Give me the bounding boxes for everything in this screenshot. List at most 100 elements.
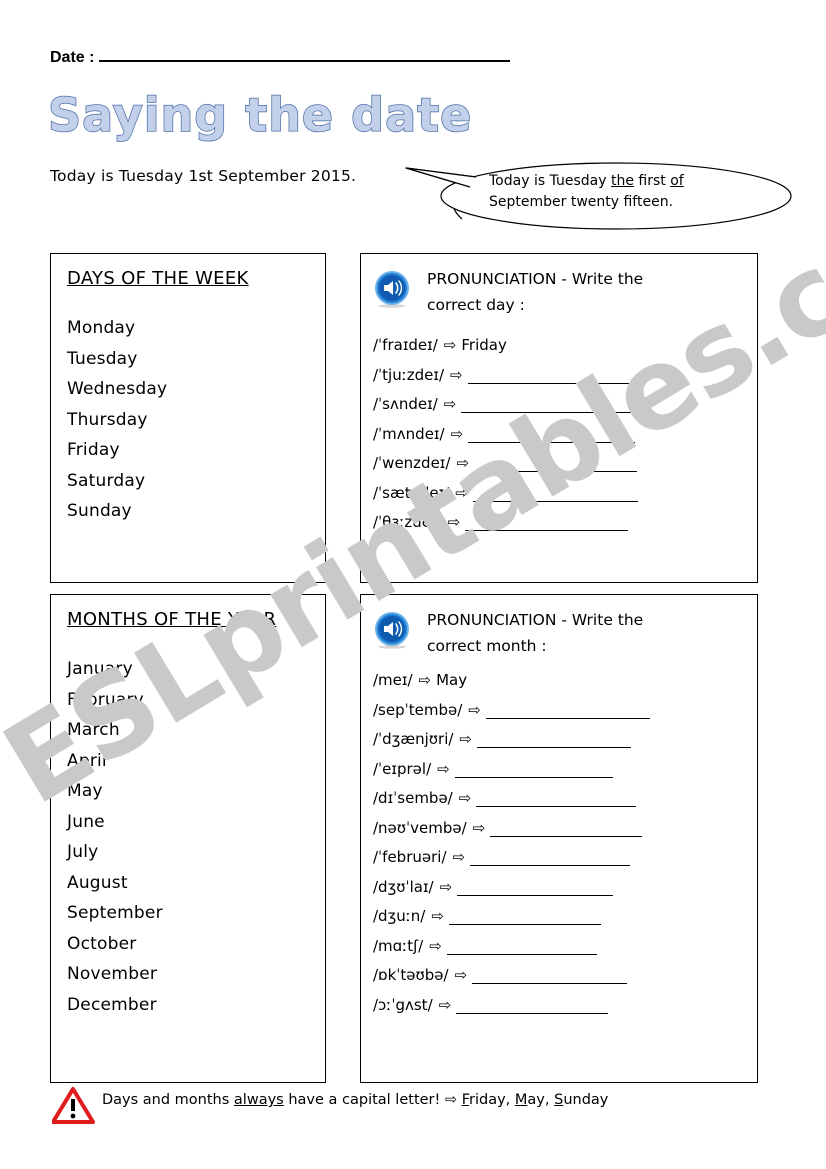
month-pron-row: /ɒkˈtəʊbə/ ⇨ [373, 966, 757, 996]
month-pron-ipa: /ɒkˈtəʊbə/ [373, 966, 449, 984]
day-item: Saturday [67, 470, 146, 491]
day-pron-ipa: /ˈmʌndeɪ/ [373, 424, 445, 443]
capitalisation-note-text: Days and months always have a capital le… [102, 1092, 608, 1108]
day-pron-row: /ˈsʌndeɪ/ ⇨ [373, 395, 757, 425]
speech-bubble: Today is Tuesday the first of September … [404, 155, 794, 237]
month-pron-row: /nəʊˈvembə/ ⇨ [373, 819, 757, 849]
warning-triangle-icon [51, 1086, 96, 1126]
days-list: Monday Tuesday Wednesday Thursday Friday Satu… [51, 289, 325, 527]
day-pron-ipa: /ˈtjuːzdeɪ/ [373, 365, 445, 384]
months-panel-heading: MONTHS OF THE YEAR [67, 609, 277, 630]
note-example3-rest: unday [563, 1092, 609, 1108]
day-item: Wednesday [67, 379, 168, 399]
date-blank-line[interactable] [99, 48, 510, 62]
arrow-right-icon: ⇨ [468, 700, 481, 719]
month-pron-row: /dʒuːn/ ⇨ [373, 907, 757, 937]
day-item: Tuesday [67, 348, 138, 369]
month-pron-answer-blank[interactable] [456, 1003, 609, 1014]
month-pron-answer-blank[interactable] [490, 826, 643, 837]
day-pron-answer-blank[interactable] [465, 520, 629, 531]
month-pron-ipa: /dɪˈsembə/ [373, 789, 453, 807]
arrow-right-icon: ⇨ [438, 995, 452, 1014]
month-pron-answer: May [436, 671, 468, 689]
arrow-right-icon: ⇨ [439, 877, 453, 896]
month-pron-row: /dɪˈsembə/ ⇨ [373, 789, 757, 819]
today-statement: Today is Tuesday 1st September 2015. [50, 167, 357, 185]
bubble-line1-mid: first [633, 173, 671, 189]
month-pron-ipa: /meɪ/ [373, 671, 413, 689]
date-field-row: Date : [50, 48, 510, 67]
month-pron-answer-blank[interactable] [448, 914, 601, 925]
capitalisation-note: Days and months always have a capital le… [51, 1086, 608, 1126]
day-pron-answer-blank[interactable] [461, 402, 634, 413]
arrow-right-icon: ⇨ [429, 936, 442, 955]
arrow-right-icon: ⇨ [443, 336, 457, 354]
bubble-underline-of: of [670, 173, 684, 189]
month-pron-row: /ˈdʒænjʊri/ ⇨ [373, 730, 757, 760]
months-pronunciation-list: /meɪ/⇨ May/sepˈtembə/⇨/ˈdʒænjʊri/⇨/ˈeɪprə… [361, 659, 757, 1025]
day-pron-row: /ˈmʌndeɪ/ ⇨ [373, 425, 757, 455]
month-pron-answer-blank[interactable] [457, 885, 614, 896]
months-list: January February March April May June July Augu… [51, 630, 325, 1020]
bubble-line2: September twenty fifteen. [489, 194, 674, 210]
speaker-icon[interactable] [373, 270, 411, 308]
month-pron-answer-blank[interactable] [454, 767, 613, 778]
month-pron-ipa: /ˈdʒænjʊri/ [373, 730, 454, 748]
month-pron-answer-blank[interactable] [470, 855, 631, 866]
arrow-right-icon: ⇨ [456, 454, 470, 472]
day-pron-answer-blank[interactable] [468, 432, 636, 443]
day-pron-answer: Friday [461, 336, 507, 354]
month-pron-ipa: /dʒʊˈlaɪ/ [373, 877, 434, 896]
month-pron-answer-blank[interactable] [477, 737, 631, 748]
arrow-right-icon: ⇨ [450, 424, 464, 443]
month-pron-answer-blank[interactable] [472, 973, 628, 984]
month-pron-row: /meɪ/ ⇨ May [373, 671, 757, 701]
day-pron-answer-blank[interactable] [472, 491, 638, 502]
day-pron-row: /ˈθɜːzdeɪ/ ⇨ [373, 513, 757, 543]
days-of-week-panel: DAYS OF THE WEEK Monday Tuesday Wednesday T… [50, 253, 326, 583]
month-item: June [67, 811, 105, 832]
month-pron-ipa: /ˈeɪprəl/ [373, 759, 432, 778]
day-item: Sunday [67, 501, 132, 521]
month-item: December [67, 994, 157, 1015]
month-pron-answer-blank[interactable] [485, 708, 650, 719]
month-item: April [67, 750, 107, 771]
month-item: September [67, 903, 163, 923]
month-pron-ipa: /ˈfebruəri/ [373, 848, 447, 866]
month-pron-ipa: /nəʊˈvembə/ [373, 818, 467, 837]
page-title: Saying the date [47, 87, 473, 143]
day-item: Monday [67, 318, 136, 338]
arrow-right-icon: ⇨ [443, 395, 457, 413]
day-pron-ipa: /ˈfraɪdeɪ/ [373, 336, 438, 354]
month-pron-answer-blank[interactable] [476, 796, 637, 807]
month-pron-ipa: /dʒuːn/ [373, 907, 426, 925]
days-panel-heading: DAYS OF THE WEEK [67, 268, 249, 289]
day-pron-answer-blank[interactable] [467, 373, 640, 384]
day-pron-answer-blank[interactable] [474, 461, 638, 472]
month-item: July [67, 842, 99, 862]
month-pron-answer-blank[interactable] [446, 944, 597, 955]
day-pron-ipa: /ˈθɜːzdeɪ/ [373, 513, 442, 531]
arrow-right-icon: ⇨ [472, 818, 486, 837]
arrow-right-icon: ⇨ [459, 730, 472, 748]
bubble-underline-the: the [610, 173, 634, 189]
day-pron-ipa: /ˈsʌndeɪ/ [373, 395, 438, 413]
bubble-line1-prefix: Today is Tuesday [489, 173, 611, 189]
speech-bubble-text: Today is Tuesday the first of September … [489, 171, 729, 213]
note-example1-rest: riday, [469, 1092, 515, 1108]
months-pronunciation-title: PRONUNCIATION - Write the correct month … [427, 611, 644, 655]
note-arrow-icon: ⇨ [444, 1092, 458, 1108]
arrow-right-icon: ⇨ [455, 483, 468, 502]
day-item: Thursday [67, 409, 148, 430]
arrow-right-icon: ⇨ [437, 759, 450, 778]
month-pron-ipa: /ɔːˈgʌst/ [373, 995, 433, 1014]
speaker-icon[interactable] [373, 611, 411, 649]
arrow-right-icon: ⇨ [454, 966, 468, 984]
month-item: November [67, 964, 158, 984]
days-pronunciation-panel: PRONUNCIATION - Write the correct day : … [360, 253, 758, 583]
days-pronunciation-header: PRONUNCIATION - Write the correct day : [361, 254, 757, 318]
month-pron-ipa: /mɑːtʃ/ [373, 936, 424, 955]
day-pron-row: /ˈsætədeɪ/ ⇨ [373, 484, 757, 514]
arrow-right-icon: ⇨ [450, 365, 463, 384]
days-pronunciation-title: PRONUNCIATION - Write the correct day : [427, 270, 644, 314]
